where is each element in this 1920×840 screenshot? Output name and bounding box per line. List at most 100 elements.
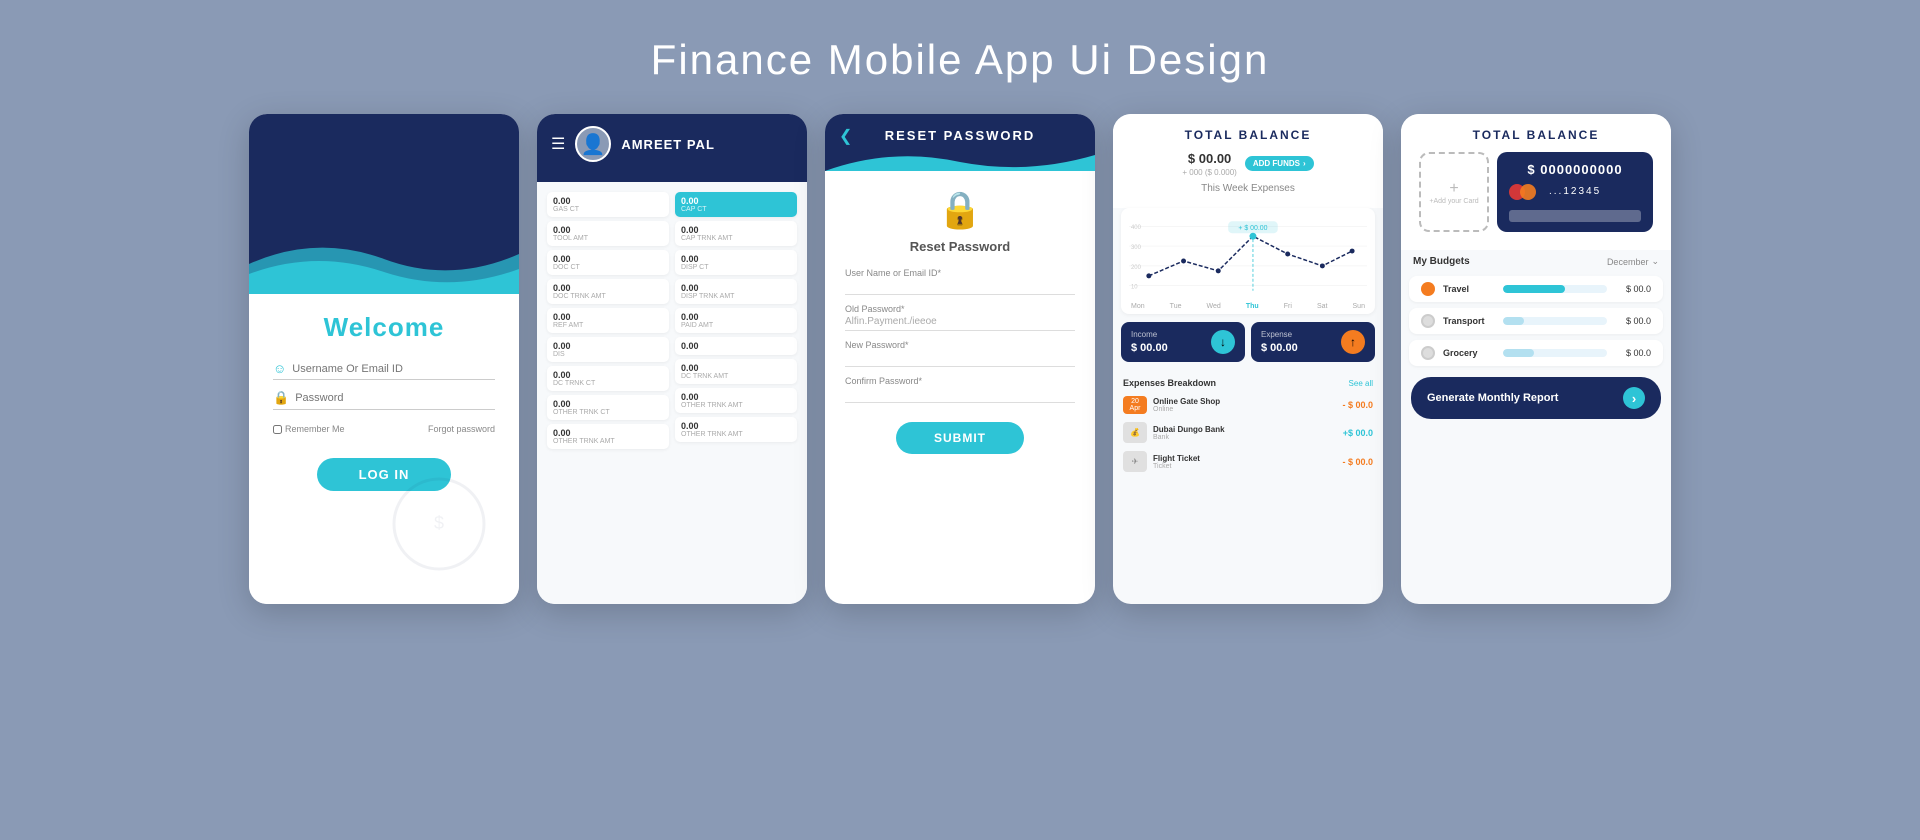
plus-icon: + bbox=[1449, 180, 1458, 198]
balance-header: TOTAL BALANCE $ 00.00 + 000 ($ 0.000) AD… bbox=[1113, 114, 1383, 208]
tx-name-1: Online Gate Shop bbox=[1153, 397, 1336, 406]
data-table: 0.00 GAS CT 0.00 TOOL AMT 0.00 DOC CT 0.… bbox=[547, 192, 797, 449]
tx-name-2: Dubai Dungo Bank bbox=[1153, 425, 1337, 434]
card-number: $ 0000000000 bbox=[1509, 162, 1641, 177]
welcome-text: Welcome bbox=[324, 312, 445, 343]
chart-days: Mon Tue Wed Thu Fri Sat Sun bbox=[1129, 303, 1367, 310]
budgets-section-header: My Budgets December ⌄ bbox=[1401, 250, 1671, 273]
add-card-button[interactable]: + +Add your Card bbox=[1419, 152, 1489, 232]
income-icon: ↓ bbox=[1211, 330, 1235, 354]
remember-checkbox[interactable] bbox=[273, 425, 282, 434]
credit-card: $ 0000000000 ...12345 bbox=[1497, 152, 1653, 232]
new-password-input[interactable] bbox=[845, 352, 1075, 367]
this-week-label: This Week Expenses bbox=[1127, 183, 1369, 194]
lock-icon: 🔒 bbox=[273, 390, 289, 406]
hamburger-icon[interactable]: ☰ bbox=[551, 134, 565, 154]
transaction-item: 20Apr Online Gate Shop Online - $ 00.0 bbox=[1113, 392, 1383, 418]
reset-username-input[interactable] bbox=[845, 280, 1075, 295]
tx-info-2: Dubai Dungo Bank Bank bbox=[1153, 425, 1337, 441]
card-dots: ...12345 bbox=[1549, 186, 1601, 197]
generate-report-button[interactable]: Generate Monthly Report › bbox=[1411, 377, 1661, 419]
confirm-password-input[interactable] bbox=[845, 388, 1075, 403]
reset-body: 🔒 Reset Password User Name or Email ID* … bbox=[825, 171, 1095, 604]
table-row: 0.00 DC TRNK CT bbox=[547, 366, 669, 391]
screen-budgets: TOTAL BALANCE + +Add your Card $ 0000000… bbox=[1401, 114, 1671, 604]
chart-day-thu: Thu bbox=[1246, 303, 1259, 310]
tx-amount-1: - $ 00.0 bbox=[1342, 400, 1373, 410]
expense-amount: $ 00.00 bbox=[1261, 342, 1298, 354]
table-row: 0.00 TOOL AMT bbox=[547, 221, 669, 246]
reset-title: RESET PASSWORD bbox=[885, 128, 1036, 143]
balance-amount: $ 00.00 bbox=[1188, 151, 1231, 166]
transport-name: Transport bbox=[1443, 316, 1495, 326]
transaction-item: 💰 Dubai Dungo Bank Bank +$ 00.0 bbox=[1113, 418, 1383, 447]
transport-amount: $ 00.0 bbox=[1615, 316, 1651, 326]
balance-title: TOTAL BALANCE bbox=[1127, 128, 1369, 142]
submit-button[interactable]: SUBMIT bbox=[896, 422, 1024, 454]
old-password-input[interactable] bbox=[845, 316, 1075, 331]
reset-header: ❮ RESET PASSWORD bbox=[825, 114, 1095, 171]
transport-dot bbox=[1421, 314, 1435, 328]
tx-date-3: ✈ bbox=[1123, 451, 1147, 472]
table-row: 0.00 DISP CT bbox=[675, 250, 797, 275]
travel-amount: $ 00.0 bbox=[1615, 284, 1651, 294]
chart-day-wed: Wed bbox=[1207, 303, 1221, 310]
old-password-label: Old Password* bbox=[845, 304, 905, 314]
grocery-name: Grocery bbox=[1443, 348, 1495, 358]
table-row: 0.00 DC TRNK AMT bbox=[675, 359, 797, 384]
travel-bar bbox=[1503, 285, 1607, 293]
remember-label[interactable]: Remember Me bbox=[273, 424, 345, 434]
table-row: 0.00 DISP TRNK AMT bbox=[675, 279, 797, 304]
expense-icon: ↑ bbox=[1341, 330, 1365, 354]
chart-day-sun: Sun bbox=[1353, 303, 1365, 310]
password-input[interactable] bbox=[295, 392, 495, 404]
svg-text:+ $ 00.00: + $ 00.00 bbox=[1238, 225, 1267, 232]
profile-table: 0.00 GAS CT 0.00 TOOL AMT 0.00 DOC CT 0.… bbox=[537, 182, 807, 604]
svg-text:10: 10 bbox=[1131, 285, 1138, 291]
chart-area: 400 300 200 10 + $ 00.00 bbox=[1121, 208, 1375, 314]
avatar: 👤 bbox=[575, 126, 611, 162]
back-icon[interactable]: ❮ bbox=[839, 126, 852, 146]
budgets-header: TOTAL BALANCE + +Add your Card $ 0000000… bbox=[1401, 114, 1671, 250]
transaction-item: ✈ Flight Ticket Ticket - $ 00.0 bbox=[1113, 447, 1383, 476]
username-input[interactable] bbox=[292, 363, 495, 375]
income-expense-row: Income $ 00.00 ↓ Expense $ 00.00 ↑ bbox=[1121, 322, 1375, 362]
tx-date-2: 💰 bbox=[1123, 422, 1147, 443]
add-funds-button[interactable]: ADD FUNDS › bbox=[1245, 156, 1314, 171]
tx-sub-3: Ticket bbox=[1153, 463, 1336, 470]
budget-item-transport: Transport $ 00.0 bbox=[1409, 308, 1663, 334]
tx-info-1: Online Gate Shop Online bbox=[1153, 397, 1336, 413]
password-row: 🔒 bbox=[273, 390, 495, 410]
username-label: User Name or Email ID* bbox=[845, 268, 941, 278]
profile-name: AMREET PAL bbox=[621, 137, 715, 152]
chip-circles bbox=[1509, 184, 1536, 200]
grocery-bar bbox=[1503, 349, 1607, 357]
tx-amount-3: - $ 00.0 bbox=[1342, 457, 1373, 467]
tx-amount-2: +$ 00.0 bbox=[1343, 428, 1373, 438]
transport-bar-fill bbox=[1503, 317, 1524, 325]
income-label: Income bbox=[1131, 330, 1168, 339]
table-col-2: 0.00 CAP CT 0.00 CAP TRNK AMT 0.00 DISP … bbox=[675, 192, 797, 449]
budget-item-grocery: Grocery $ 00.0 bbox=[1409, 340, 1663, 366]
lock-icon: 🔒 bbox=[938, 189, 983, 231]
forgot-password[interactable]: Forgot password bbox=[428, 424, 495, 434]
svg-text:$: $ bbox=[434, 513, 444, 533]
travel-name: Travel bbox=[1443, 284, 1495, 294]
income-box: Income $ 00.00 ↓ bbox=[1121, 322, 1245, 362]
budgets-month: December ⌄ bbox=[1607, 256, 1659, 267]
budget-item-travel: Travel $ 00.0 bbox=[1409, 276, 1663, 302]
see-all-link[interactable]: See all bbox=[1349, 379, 1373, 388]
avatar-icon: 👤 bbox=[581, 132, 606, 157]
svg-text:300: 300 bbox=[1131, 245, 1142, 251]
table-row: 0.00 CAP CT bbox=[675, 192, 797, 217]
screens-row: $ Welcome ☺ 🔒 Remember Me Forgot passwor… bbox=[0, 114, 1920, 604]
table-row: 0.00 REF AMT bbox=[547, 308, 669, 333]
table-row: 0.00 OTHER TRNK AMT bbox=[547, 424, 669, 449]
generate-arrow-icon: › bbox=[1623, 387, 1645, 409]
login-body: $ Welcome ☺ 🔒 Remember Me Forgot passwor… bbox=[249, 294, 519, 604]
breakdown-header: Expenses Breakdown See all bbox=[1113, 374, 1383, 392]
my-budgets-label: My Budgets bbox=[1413, 256, 1470, 267]
income-amount: $ 00.00 bbox=[1131, 342, 1168, 354]
tx-sub-2: Bank bbox=[1153, 434, 1337, 441]
expense-label: Expense bbox=[1261, 330, 1298, 339]
